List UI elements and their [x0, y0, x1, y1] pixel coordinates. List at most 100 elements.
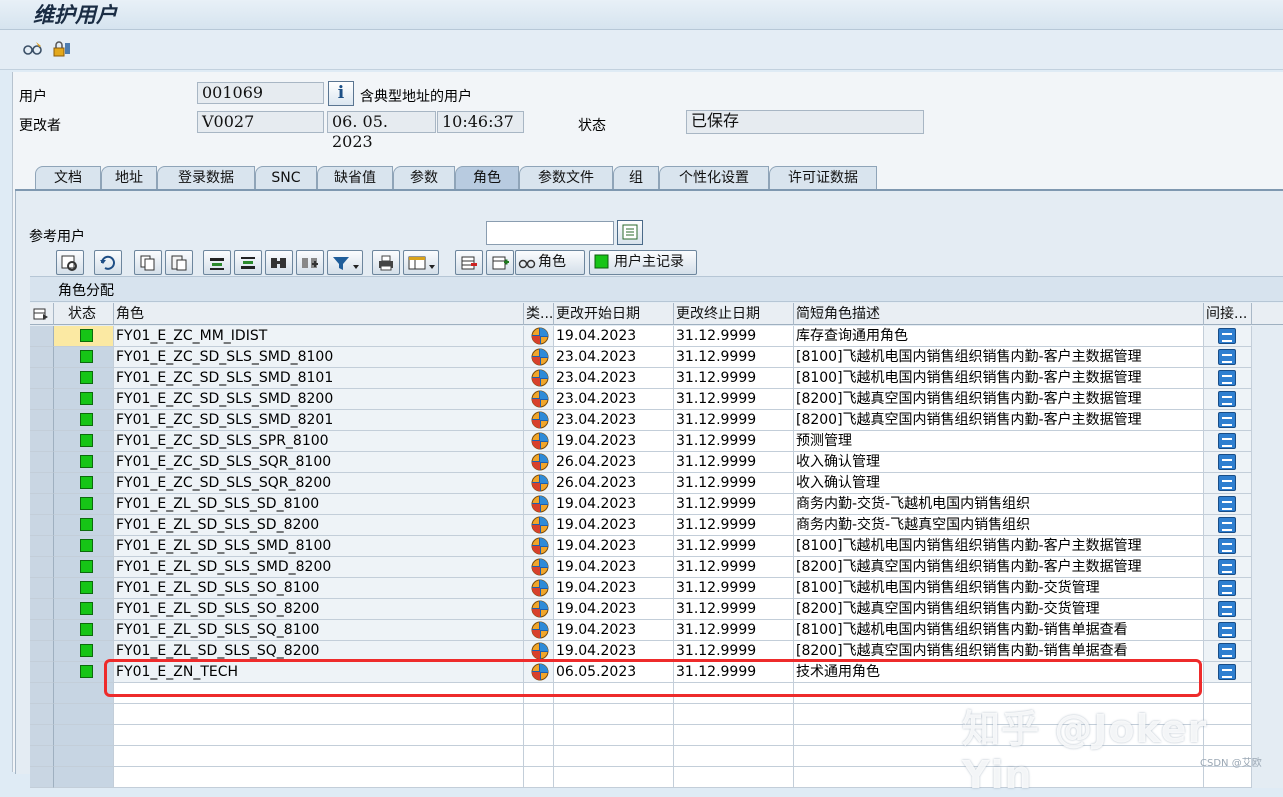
- col-indirect[interactable]: 间接...: [1204, 303, 1252, 325]
- start-date-cell[interactable]: [554, 683, 674, 704]
- indirect-assign-icon[interactable]: [1218, 475, 1236, 491]
- col-type[interactable]: 类...: [524, 303, 554, 325]
- start-date-cell[interactable]: [554, 767, 674, 788]
- indirect-assign-icon[interactable]: [1218, 664, 1236, 680]
- start-date-cell[interactable]: 23.04.2023: [554, 389, 674, 410]
- indirect-assign-icon[interactable]: [1218, 622, 1236, 638]
- start-date-cell[interactable]: 26.04.2023: [554, 473, 674, 494]
- end-date-cell[interactable]: [674, 725, 794, 746]
- start-date-cell[interactable]: 19.04.2023: [554, 578, 674, 599]
- end-date-cell[interactable]: [674, 704, 794, 725]
- role-cell[interactable]: FY01_E_ZC_SD_SLS_SMD_8200: [114, 389, 524, 410]
- indirect-assign-icon[interactable]: [1218, 349, 1236, 365]
- role-cell[interactable]: FY01_E_ZL_SD_SLS_SO_8100: [114, 578, 524, 599]
- start-date-cell[interactable]: 19.04.2023: [554, 515, 674, 536]
- start-date-cell[interactable]: 19.04.2023: [554, 599, 674, 620]
- role-cell[interactable]: FY01_E_ZC_MM_IDIST: [114, 326, 524, 347]
- table-row[interactable]: FY01_E_ZC_SD_SLS_SQR_8100 26.04.2023 31.12…: [30, 452, 1283, 473]
- row-selector[interactable]: [30, 746, 54, 767]
- tab-parameters[interactable]: 参数: [393, 166, 455, 190]
- tab-license-data[interactable]: 许可证数据: [769, 166, 877, 190]
- table-row[interactable]: FY01_E_ZL_SD_SLS_SQ_8200 19.04.2023 31.12.…: [30, 641, 1283, 662]
- indirect-assign-icon[interactable]: [1218, 559, 1236, 575]
- start-date-cell[interactable]: 26.04.2023: [554, 452, 674, 473]
- role-cell[interactable]: FY01_E_ZL_SD_SLS_SMD_8200: [114, 557, 524, 578]
- details-icon[interactable]: [56, 250, 84, 275]
- ref-user-input[interactable]: [486, 221, 614, 245]
- indirect-assign-icon[interactable]: [1218, 538, 1236, 554]
- row-selector[interactable]: [30, 410, 54, 431]
- start-date-cell[interactable]: 23.04.2023: [554, 410, 674, 431]
- end-date-cell[interactable]: 31.12.9999: [674, 452, 794, 473]
- find-next-icon[interactable]: [296, 250, 324, 275]
- role-cell[interactable]: FY01_E_ZC_SD_SLS_SQR_8200: [114, 473, 524, 494]
- end-date-cell[interactable]: 31.12.9999: [674, 641, 794, 662]
- indirect-assign-icon[interactable]: [1218, 412, 1236, 428]
- tab-logon-data[interactable]: 登录数据: [157, 166, 255, 190]
- table-row[interactable]: FY01_E_ZC_MM_IDIST 19.04.2023 31.12.9999 库存…: [30, 326, 1283, 347]
- sort-asc-icon[interactable]: [203, 250, 231, 275]
- row-selector[interactable]: [30, 368, 54, 389]
- indirect-assign-icon[interactable]: [1218, 433, 1236, 449]
- funnel-icon[interactable]: [327, 250, 363, 275]
- start-date-cell[interactable]: 19.04.2023: [554, 620, 674, 641]
- role-cell[interactable]: FY01_E_ZL_SD_SLS_SO_8200: [114, 599, 524, 620]
- start-date-cell[interactable]: 19.04.2023: [554, 641, 674, 662]
- role-cell[interactable]: [114, 746, 524, 767]
- start-date-cell[interactable]: [554, 704, 674, 725]
- col-role[interactable]: 角色: [114, 303, 524, 325]
- start-date-cell[interactable]: 23.04.2023: [554, 347, 674, 368]
- row-selector[interactable]: [30, 494, 54, 515]
- tab-snc[interactable]: SNC: [255, 166, 317, 190]
- col-start-date[interactable]: 更改开始日期: [554, 303, 674, 325]
- row-selector[interactable]: [30, 725, 54, 746]
- end-date-cell[interactable]: [674, 683, 794, 704]
- start-date-cell[interactable]: 19.04.2023: [554, 494, 674, 515]
- print-icon[interactable]: [372, 250, 400, 275]
- info-icon[interactable]: i: [328, 81, 354, 106]
- role-cell[interactable]: FY01_E_ZC_SD_SLS_SMD_8100: [114, 347, 524, 368]
- row-selector[interactable]: [30, 326, 54, 347]
- role-cell[interactable]: FY01_E_ZL_SD_SLS_SD_8100: [114, 494, 524, 515]
- tab-defaults[interactable]: 缺省值: [317, 166, 393, 190]
- sort-desc-icon[interactable]: [234, 250, 262, 275]
- end-date-cell[interactable]: 31.12.9999: [674, 473, 794, 494]
- col-description[interactable]: 简短角色描述: [794, 303, 1204, 325]
- table-row[interactable]: FY01_E_ZC_SD_SLS_SPR_8100 19.04.2023 31.12…: [30, 431, 1283, 452]
- start-date-cell[interactable]: 23.04.2023: [554, 368, 674, 389]
- row-selector[interactable]: [30, 662, 54, 683]
- end-date-cell[interactable]: 31.12.9999: [674, 494, 794, 515]
- role-cell[interactable]: FY01_E_ZC_SD_SLS_SMD_8101: [114, 368, 524, 389]
- end-date-cell[interactable]: 31.12.9999: [674, 368, 794, 389]
- role-cell[interactable]: FY01_E_ZL_SD_SLS_SQ_8200: [114, 641, 524, 662]
- table-row[interactable]: FY01_E_ZL_SD_SLS_SD_8100 19.04.2023 31.12.…: [30, 494, 1283, 515]
- role-cell[interactable]: FY01_E_ZC_SD_SLS_SPR_8100: [114, 431, 524, 452]
- row-selector[interactable]: [30, 389, 54, 410]
- row-selector[interactable]: [30, 620, 54, 641]
- end-date-cell[interactable]: 31.12.9999: [674, 410, 794, 431]
- row-selector[interactable]: [30, 557, 54, 578]
- row-selector[interactable]: [30, 473, 54, 494]
- row-selector[interactable]: [30, 536, 54, 557]
- start-date-cell[interactable]: [554, 725, 674, 746]
- indirect-assign-icon[interactable]: [1218, 454, 1236, 470]
- table-row[interactable]: FY01_E_ZL_SD_SLS_SO_8200 19.04.2023 31.12.…: [30, 599, 1283, 620]
- indirect-assign-icon[interactable]: [1218, 601, 1236, 617]
- end-date-cell[interactable]: 31.12.9999: [674, 578, 794, 599]
- table-row[interactable]: FY01_E_ZC_SD_SLS_SMD_8101 23.04.2023 31.12…: [30, 368, 1283, 389]
- copy-icon[interactable]: [134, 250, 162, 275]
- table-row[interactable]: FY01_E_ZC_SD_SLS_SQR_8200 26.04.2023 31.12…: [30, 473, 1283, 494]
- end-date-cell[interactable]: 31.12.9999: [674, 326, 794, 347]
- end-date-cell[interactable]: 31.12.9999: [674, 557, 794, 578]
- find-icon[interactable]: [265, 250, 293, 275]
- details-icon[interactable]: [617, 220, 643, 245]
- glasses-icon[interactable]: [22, 39, 44, 59]
- table-row[interactable]: FY01_E_ZL_SD_SLS_SD_8200 19.04.2023 31.12.…: [30, 515, 1283, 536]
- lock-edit-icon[interactable]: [51, 39, 73, 59]
- role-cell[interactable]: [114, 767, 524, 788]
- start-date-cell[interactable]: 19.04.2023: [554, 557, 674, 578]
- indirect-assign-icon[interactable]: [1218, 496, 1236, 512]
- row-selector[interactable]: [30, 515, 54, 536]
- role-button[interactable]: 角色: [515, 250, 585, 275]
- row-selector[interactable]: [30, 704, 54, 725]
